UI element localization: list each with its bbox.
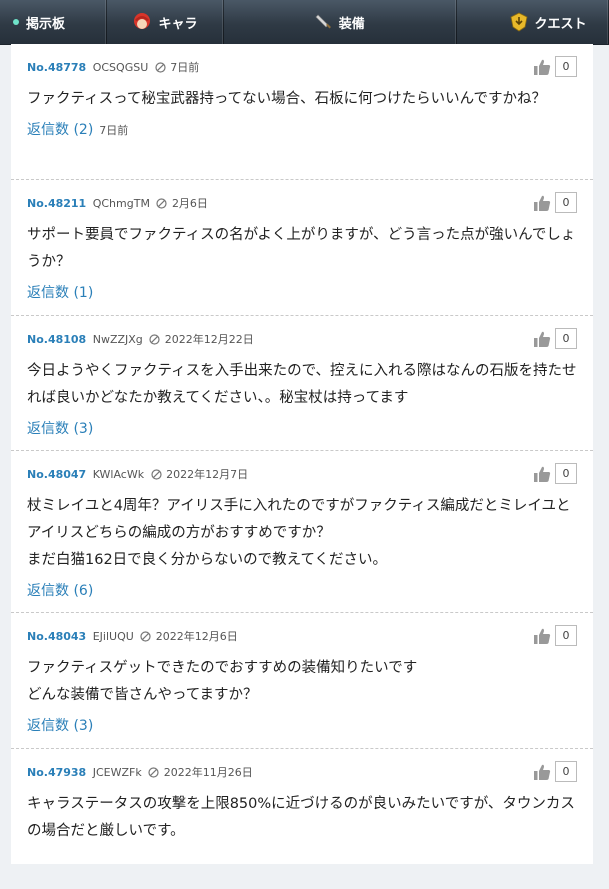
no-entry-icon xyxy=(148,766,159,784)
comment-post: No.48047 KWlAcWk 2022年12月7日 0 杖ミレイユと4周年？… xyxy=(11,451,593,613)
thumbs-up-icon[interactable] xyxy=(533,763,551,781)
post-number[interactable]: No.48211 xyxy=(27,197,86,210)
like-widget: 0 xyxy=(533,625,577,646)
nav-board-label: 掲示板 xyxy=(26,16,66,32)
post-meta: No.48211 QChmgTM 2月6日 xyxy=(27,195,577,213)
no-entry-icon xyxy=(151,468,162,486)
post-date: 2022年12月6日 xyxy=(155,630,238,643)
post-user-id: QChmgTM xyxy=(92,197,150,210)
like-count: 0 xyxy=(555,625,577,646)
replies-link[interactable]: 返信数 (3) xyxy=(27,713,577,739)
post-body: サポート要員でファクティスの名がよく上がりますが、どう言った点が強いんでしょうか… xyxy=(27,227,576,270)
nav-board[interactable]: 掲示板 xyxy=(0,0,107,44)
like-count: 0 xyxy=(555,463,577,484)
board-dot-icon xyxy=(12,18,20,26)
comment-post: No.48778 OCSQGSU 7日前 0 ファクティスって秘宝武器持ってない… xyxy=(11,44,593,180)
post-number[interactable]: No.48043 xyxy=(27,630,86,643)
post-number[interactable]: No.48047 xyxy=(27,468,86,481)
post-body: ファクティスゲットできたのでおすすめの装備知りたいです どんな装備で皆さんやって… xyxy=(27,660,418,703)
nav-equipment[interactable]: 装備 xyxy=(224,0,457,44)
post-meta: No.48043 EJilUQU 2022年12月6日 xyxy=(27,628,577,646)
quest-icon xyxy=(509,12,529,32)
like-count: 0 xyxy=(555,761,577,782)
nav-quest-label: クエスト xyxy=(534,16,587,32)
like-widget: 0 xyxy=(533,192,577,213)
post-date: 2022年12月22日 xyxy=(164,333,254,346)
like-widget: 0 xyxy=(533,56,577,77)
post-date: 2月6日 xyxy=(171,197,208,210)
replies-label: 返信数 (2) xyxy=(27,122,94,138)
nav-quest[interactable]: クエスト xyxy=(457,0,609,44)
comment-post: No.47938 JCEWZFk 2022年11月26日 0 キャラステータスの… xyxy=(11,749,593,889)
post-number[interactable]: No.47938 xyxy=(27,766,86,779)
post-user-id: EJilUQU xyxy=(92,630,134,643)
top-nav: 掲示板 キャラ 装備 クエスト xyxy=(0,0,609,45)
post-body: ファクティスって秘宝武器持ってない場合、石板に何つけたらいいんですかね？ xyxy=(27,91,546,107)
thumbs-up-icon[interactable] xyxy=(533,194,551,212)
replies-label: 返信数 (1) xyxy=(27,285,94,301)
post-meta: No.48108 NwZZJXg 2022年12月22日 xyxy=(27,331,577,349)
post-meta: No.48047 KWlAcWk 2022年12月7日 xyxy=(27,466,577,484)
thumbs-up-icon[interactable] xyxy=(533,330,551,348)
no-entry-icon xyxy=(156,197,168,215)
post-body: キャラステータスの攻撃を上限850%に近づけるのが良いみたいですが、タウンカスの… xyxy=(27,796,575,839)
no-entry-icon xyxy=(149,333,160,351)
comment-post: No.48043 EJilUQU 2022年12月6日 0 ファクティスゲットで… xyxy=(11,613,593,749)
like-count: 0 xyxy=(555,192,577,213)
post-date: 7日前 xyxy=(170,61,200,74)
post-user-id: NwZZJXg xyxy=(92,333,143,346)
thumbs-up-icon[interactable] xyxy=(533,465,551,483)
comment-post: No.48211 QChmgTM 2月6日 0 サポート要員でファクティスの名が… xyxy=(11,180,593,316)
replies-label: 返信数 (3) xyxy=(27,718,94,734)
comment-board: No.48778 OCSQGSU 7日前 0 ファクティスって秘宝武器持ってない… xyxy=(11,44,593,864)
post-date: 2022年12月7日 xyxy=(166,468,249,481)
post-user-id: KWlAcWk xyxy=(92,468,145,481)
post-user-id: JCEWZFk xyxy=(92,766,142,779)
replies-label: 返信数 (3) xyxy=(27,421,94,437)
like-count: 0 xyxy=(555,56,577,77)
nav-character-label: キャラ xyxy=(158,16,198,32)
thumbs-up-icon[interactable] xyxy=(533,627,551,645)
replies-link[interactable]: 返信数 (3) xyxy=(27,416,577,442)
post-meta: No.48778 OCSQGSU 7日前 xyxy=(27,59,577,77)
post-body: 杖ミレイユと4周年？アイリス手に入れたのですがファクティス編成だとミレイユとアイ… xyxy=(27,498,571,568)
like-count: 0 xyxy=(555,328,577,349)
reply-age: 7日前 xyxy=(99,124,129,137)
like-widget: 0 xyxy=(533,463,577,484)
character-icon xyxy=(132,12,152,32)
nav-character[interactable]: キャラ xyxy=(107,0,225,44)
replies-label: 返信数 (6) xyxy=(27,583,94,599)
replies-link[interactable]: 返信数 (2) 7日前 xyxy=(27,117,577,143)
replies-link[interactable]: 返信数 (1) xyxy=(27,280,577,306)
no-entry-icon xyxy=(140,630,151,648)
like-widget: 0 xyxy=(533,761,577,782)
replies-link[interactable]: 返信数 (6) xyxy=(27,578,577,604)
nav-equipment-label: 装備 xyxy=(338,16,365,32)
like-widget: 0 xyxy=(533,328,577,349)
post-user-id: OCSQGSU xyxy=(92,61,149,74)
no-entry-icon xyxy=(155,61,166,79)
post-date: 2022年11月26日 xyxy=(163,766,253,779)
sword-icon xyxy=(315,13,333,31)
thumbs-up-icon[interactable] xyxy=(533,58,551,76)
post-number[interactable]: No.48108 xyxy=(27,333,86,346)
comment-post: No.48108 NwZZJXg 2022年12月22日 0 今日ようやくファク… xyxy=(11,316,593,451)
post-body: 今日ようやくファクティスを入手出来たので、控えに入れる際はなんの石版を持たせれば… xyxy=(27,363,577,406)
post-meta: No.47938 JCEWZFk 2022年11月26日 xyxy=(27,764,577,782)
post-number[interactable]: No.48778 xyxy=(27,61,86,74)
